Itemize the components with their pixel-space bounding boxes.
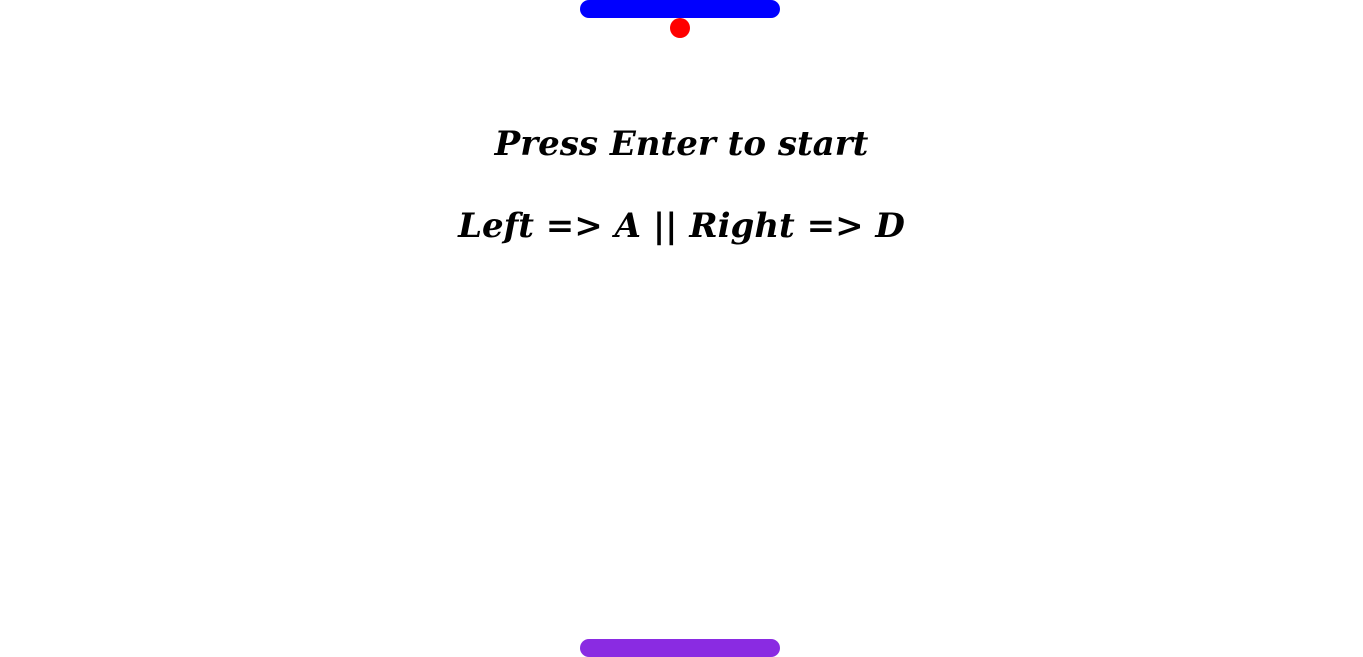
start-prompt: Press Enter to start [494, 124, 869, 164]
controls-hint: Left => A || Right => D [458, 206, 905, 246]
ball [670, 18, 690, 38]
game-canvas[interactable]: Press Enter to start Left => A || Right … [0, 0, 1363, 657]
bottom-paddle [580, 639, 780, 657]
top-paddle [580, 0, 780, 18]
